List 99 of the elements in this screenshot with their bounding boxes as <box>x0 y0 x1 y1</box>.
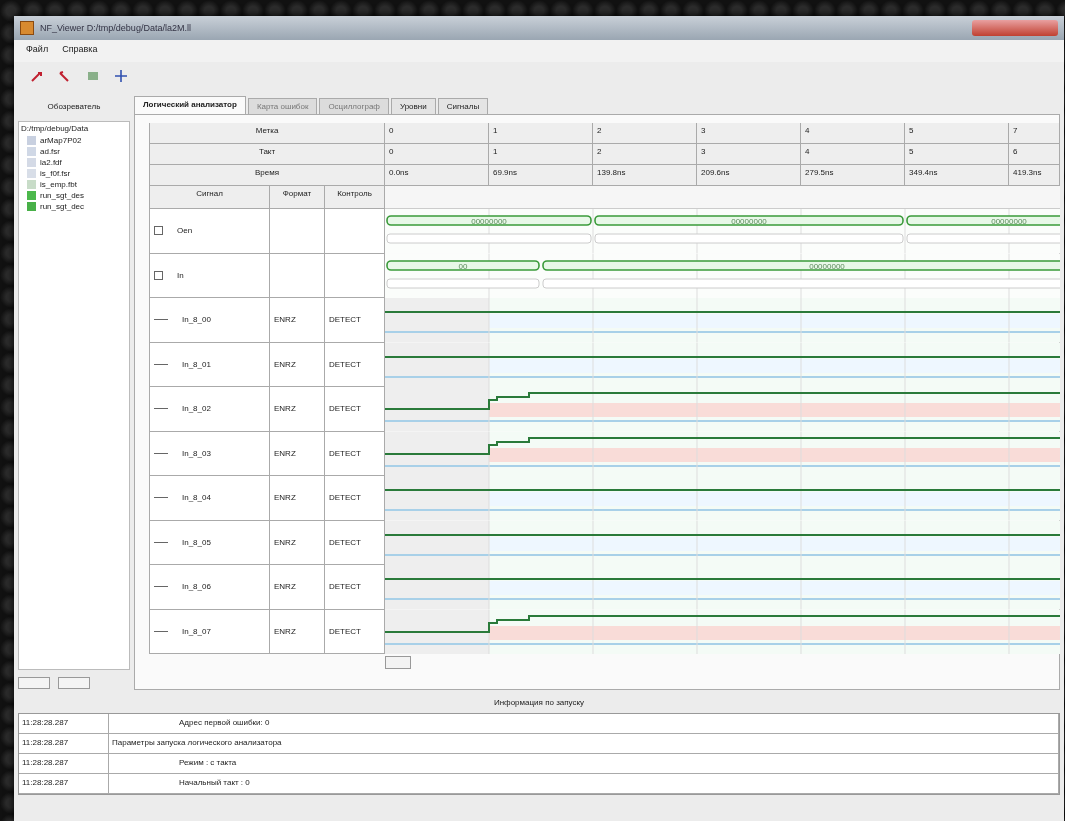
tree-line <box>154 319 168 321</box>
signal-name: In_8_01 <box>182 359 211 369</box>
file-item[interactable]: is_emp.fbt <box>40 180 77 189</box>
tab[interactable]: Уровни <box>390 98 436 114</box>
header-cell: 69.9ns <box>489 165 593 186</box>
signal-name: In_8_04 <box>182 493 211 503</box>
table-cell: ENRZ <box>270 342 325 387</box>
header-cell: 139.8ns <box>593 165 697 186</box>
header-cell: 419.3ns <box>1009 165 1060 186</box>
header-cell: 1 <box>489 144 593 165</box>
table-cell: ENRZ <box>270 387 325 432</box>
header-cell: 3 <box>697 123 801 144</box>
header-cell: 2 <box>593 144 697 165</box>
header-label: Метка <box>150 123 385 144</box>
header-cell: 5 <box>905 123 1009 144</box>
header-cell: 2 <box>593 123 697 144</box>
tree-line <box>154 497 168 499</box>
signal-name: In_8_03 <box>182 448 211 458</box>
file-item[interactable]: ad.fsr <box>40 147 60 156</box>
menu-item[interactable]: Справка <box>62 44 98 58</box>
header-cell: 0.0ns <box>385 165 489 186</box>
header-cell: 0 <box>385 144 489 165</box>
tree-line <box>154 630 168 632</box>
log-title: Информация по запуску <box>492 697 586 709</box>
table-cell: ENRZ <box>270 520 325 565</box>
log-time: 11:28:28.287 <box>19 754 109 773</box>
table-cell: DETECT <box>325 431 385 476</box>
file-item[interactable]: is_f0f.fsr <box>40 169 71 178</box>
table-cell: DETECT <box>325 565 385 610</box>
tree-line <box>154 408 168 410</box>
log-time: 11:28:28.287 <box>19 774 109 793</box>
table-cell: DETECT <box>325 476 385 521</box>
header-cell: 349.4ns <box>905 165 1009 186</box>
tree-line <box>154 363 168 365</box>
connect-icon[interactable] <box>30 69 44 83</box>
file-item[interactable]: run_sgt_des <box>40 191 85 200</box>
log-message: Адрес первой ошибки: 0 <box>109 714 1059 733</box>
file-item[interactable]: run_sgt_dec <box>40 202 85 211</box>
header-cell: 1 <box>489 123 593 144</box>
signal-name: In_8_06 <box>182 582 211 592</box>
window-title: NF_Viewer D:/tmp/debug/Data/la2M.ll <box>40 23 191 33</box>
table-cell: DETECT <box>325 298 385 343</box>
bus-value: 00000000 <box>471 217 507 226</box>
header-cell: 3 <box>697 144 801 165</box>
column-header[interactable]: Формат <box>270 186 325 209</box>
header-label: Такт <box>150 144 385 165</box>
header-cell: 6 <box>1009 144 1060 165</box>
header-cell: 7 <box>1009 123 1060 144</box>
signal-name: In <box>177 270 184 280</box>
folder-path: D:/tmp/debug/Data <box>21 124 90 133</box>
header-cell: 0 <box>385 123 489 144</box>
window-controls[interactable] <box>972 20 1058 36</box>
log-time: 11:28:28.287 <box>19 714 109 733</box>
add-icon[interactable] <box>114 69 128 83</box>
scroll-arrows[interactable] <box>58 677 90 689</box>
file-item[interactable]: arMap7P02 <box>40 136 82 145</box>
file-item[interactable]: la2.fdf <box>40 158 62 167</box>
log-time: 11:28:28.287 <box>19 734 109 753</box>
bus-value: 00 <box>458 261 468 271</box>
panel-title: Обозреватель <box>46 101 102 113</box>
table-cell: DETECT <box>325 520 385 565</box>
log-message: Параметры запуска логического анализатора <box>109 734 1059 753</box>
log-message: Начальный такт : 0 <box>109 774 1059 793</box>
signal-name: In_8_00 <box>182 315 211 325</box>
signal-name: In_8_05 <box>182 537 211 547</box>
menu-item[interactable]: Файл <box>26 44 49 58</box>
signal-name: In_8_02 <box>182 404 211 414</box>
log-message: Режим : с такта <box>109 754 1059 773</box>
horizontal-scrollbar[interactable] <box>385 655 411 669</box>
bus-value: 00000000 <box>991 217 1027 226</box>
table-cell: ENRZ <box>270 565 325 610</box>
header-cell: 279.5ns <box>801 165 905 186</box>
header-cell: 4 <box>801 144 905 165</box>
table-cell: DETECT <box>325 387 385 432</box>
header-cell: 4 <box>801 123 905 144</box>
tree-line <box>154 586 168 588</box>
signal-name: In_8_07 <box>182 626 211 636</box>
header-cell: 209.6ns <box>697 165 801 186</box>
bus-value: 00000000 <box>809 261 845 271</box>
expand-icon[interactable] <box>154 270 163 280</box>
header-label: Время <box>150 165 385 186</box>
tab[interactable]: Логический анализатор <box>134 96 246 114</box>
table-cell: DETECT <box>325 342 385 387</box>
signal-name: Oen <box>177 226 193 236</box>
tree-line <box>154 452 168 454</box>
expand-icon[interactable] <box>154 226 163 236</box>
table-cell: ENRZ <box>270 476 325 521</box>
tab[interactable]: Сигналы <box>437 98 489 114</box>
column-header[interactable]: Сигнал <box>150 186 270 209</box>
scroll-arrows[interactable] <box>18 677 50 689</box>
table-cell: ENRZ <box>270 298 325 343</box>
tree-line <box>154 541 168 543</box>
app-icon <box>20 21 34 35</box>
bus-value: 00000000 <box>731 217 767 226</box>
column-header[interactable]: Контроль <box>325 186 385 209</box>
table-cell: ENRZ <box>270 609 325 654</box>
table-cell: DETECT <box>325 609 385 654</box>
header-cell: 5 <box>905 144 1009 165</box>
table-cell: ENRZ <box>270 431 325 476</box>
